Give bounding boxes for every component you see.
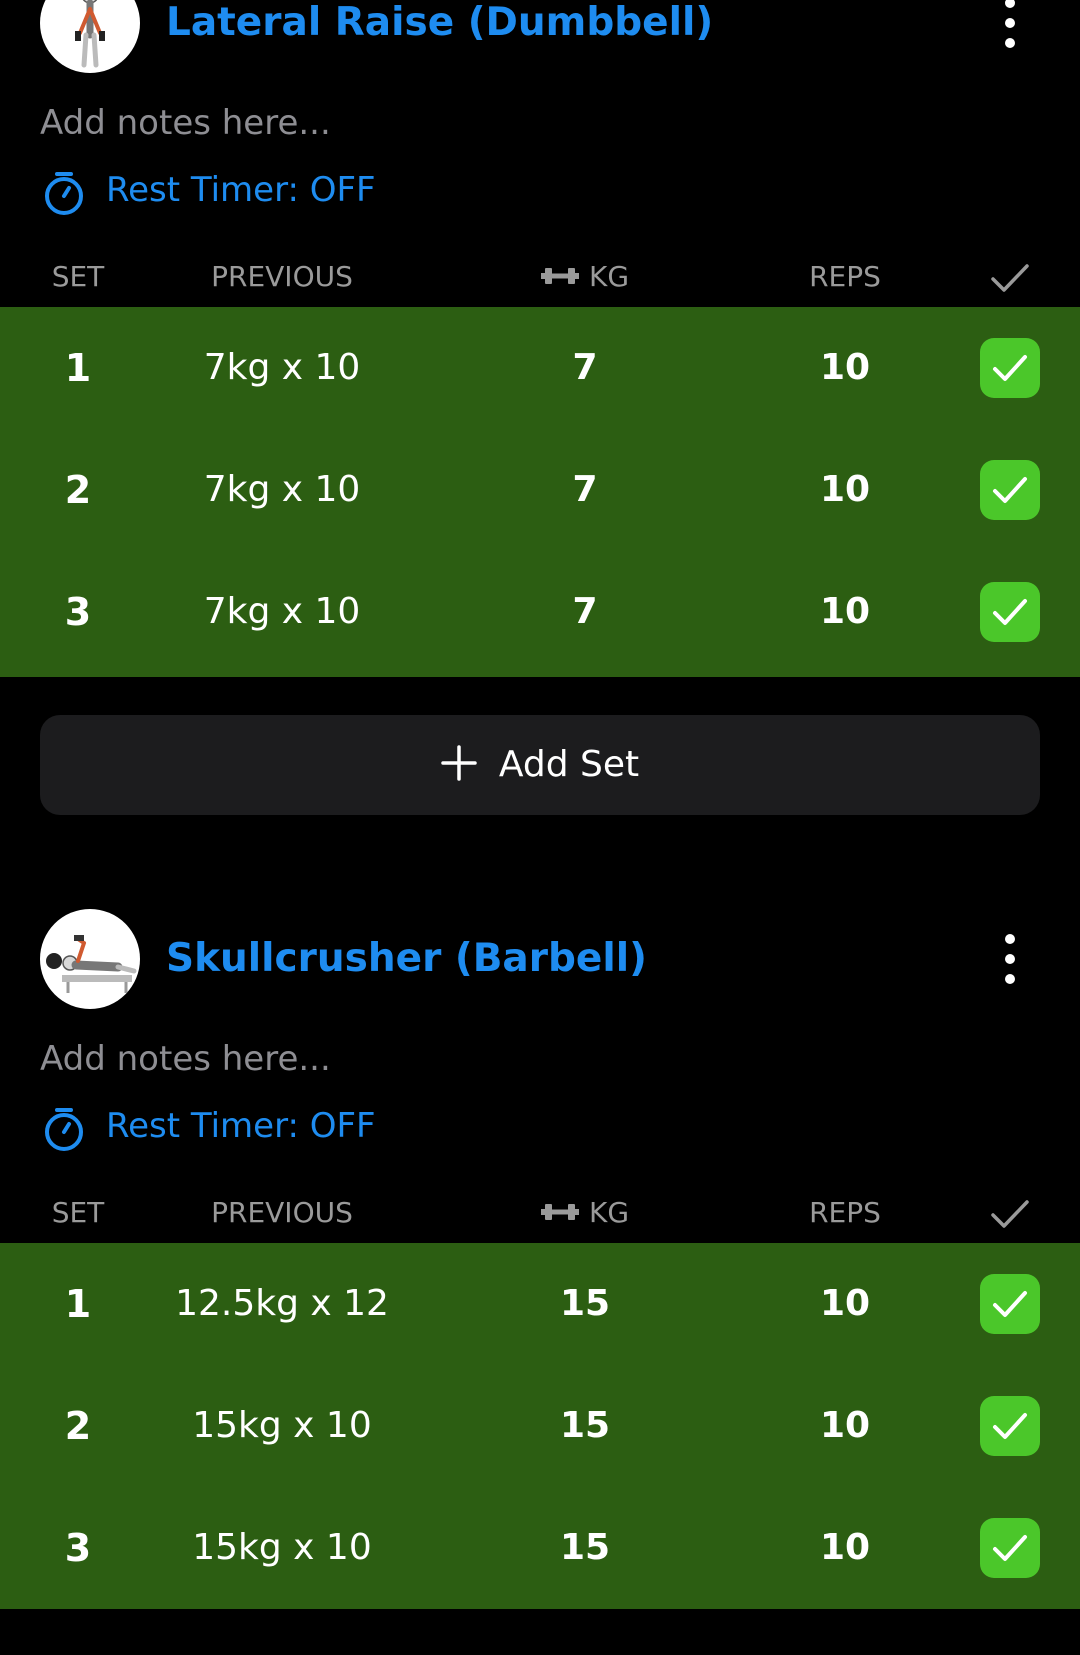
dumbbell-icon (540, 1204, 579, 1220)
column-header-set: SET (51, 260, 105, 293)
set-complete-toggle[interactable] (980, 429, 1040, 551)
set-number[interactable]: 2 (38, 429, 118, 551)
rest-timer-label: Rest Timer: OFF (106, 170, 376, 210)
set-previous[interactable]: 7kg x 10 (162, 429, 402, 551)
rest-timer-label: Rest Timer: OFF (106, 1106, 376, 1146)
set-number[interactable]: 3 (38, 551, 118, 673)
stopwatch-icon (45, 172, 83, 215)
column-header-reps: REPS (809, 1196, 881, 1229)
set-kg-input[interactable]: 7 (510, 551, 660, 673)
set-previous[interactable]: 7kg x 10 (162, 551, 402, 673)
column-header-kg-label: KG (588, 1196, 630, 1229)
exercise-card-skullcrusher: Skullcrusher (Barbell) Add notes here...… (0, 909, 1080, 1655)
set-reps-input[interactable]: 10 (780, 429, 910, 551)
set-row: 2 7kg x 10 7 10 (0, 429, 1080, 551)
exercise-header: Skullcrusher (Barbell) (0, 909, 1080, 1009)
exercise-thumbnail[interactable] (40, 909, 140, 1009)
set-number[interactable]: 3 (38, 1487, 118, 1609)
column-header-set: SET (51, 1196, 105, 1229)
exercise-title[interactable]: Skullcrusher (Barbell) (166, 931, 647, 987)
plus-icon (441, 745, 477, 781)
set-kg-input[interactable]: 15 (510, 1243, 660, 1365)
set-row: 2 15kg x 10 15 10 (0, 1365, 1080, 1487)
notes-input[interactable]: Add notes here... (40, 99, 331, 147)
set-reps-input[interactable]: 10 (780, 1365, 910, 1487)
checkmark-icon (991, 264, 1029, 292)
exercise-card-lateral-raise: Lateral Raise (Dumbbell) Add notes here.… (0, 0, 1080, 853)
set-complete-toggle[interactable] (980, 551, 1040, 673)
checkbox-checked[interactable] (980, 338, 1040, 398)
set-complete-toggle[interactable] (980, 1243, 1040, 1365)
checkbox-checked[interactable] (980, 460, 1040, 520)
column-header-kg: KG (510, 1185, 660, 1241)
column-header-kg-label: KG (588, 260, 630, 293)
set-number[interactable]: 2 (38, 1365, 118, 1487)
set-reps-input[interactable]: 10 (780, 1243, 910, 1365)
sets-table-body: 1 7kg x 10 7 10 2 7kg x 10 7 10 3 7kg x … (0, 307, 1080, 677)
checkbox-checked[interactable] (980, 1396, 1040, 1456)
set-row: 1 12.5kg x 12 15 10 (0, 1243, 1080, 1365)
sets-table-header: SET PREVIOUS KG REPS (0, 249, 1080, 305)
checkmark-icon (993, 1413, 1027, 1439)
stopwatch-icon (45, 1108, 83, 1151)
dumbbell-icon (540, 268, 579, 284)
set-kg-input[interactable]: 7 (510, 429, 660, 551)
checkmark-icon (993, 599, 1027, 625)
checkmark-icon (993, 477, 1027, 503)
set-reps-input[interactable]: 10 (780, 307, 910, 429)
set-complete-toggle[interactable] (980, 1365, 1040, 1487)
column-header-previous: PREVIOUS (211, 260, 353, 293)
set-reps-input[interactable]: 10 (780, 551, 910, 673)
checkbox-checked[interactable] (980, 1274, 1040, 1334)
more-options-button[interactable] (980, 0, 1040, 51)
set-number[interactable]: 1 (38, 307, 118, 429)
checkmark-icon (993, 1535, 1027, 1561)
notes-input[interactable]: Add notes here... (40, 1035, 331, 1083)
checkmark-icon (991, 1200, 1029, 1228)
exercise-title[interactable]: Lateral Raise (Dumbbell) (166, 0, 713, 51)
add-set-button[interactable]: Add Set (40, 715, 1040, 815)
more-options-button[interactable] (980, 931, 1040, 987)
exercise-thumbnail[interactable] (40, 0, 140, 73)
set-complete-toggle[interactable] (980, 307, 1040, 429)
checkbox-checked[interactable] (980, 1518, 1040, 1578)
column-header-kg: KG (510, 249, 660, 305)
more-vertical-icon (1005, 934, 1015, 984)
set-previous[interactable]: 15kg x 10 (162, 1487, 402, 1609)
more-vertical-icon (1005, 0, 1015, 48)
sets-table-body: 1 12.5kg x 12 15 10 2 15kg x 10 15 10 3 … (0, 1243, 1080, 1609)
set-previous[interactable]: 12.5kg x 12 (162, 1243, 402, 1365)
set-previous[interactable]: 7kg x 10 (162, 307, 402, 429)
checkmark-icon (993, 1291, 1027, 1317)
column-header-reps: REPS (809, 260, 881, 293)
set-kg-input[interactable]: 15 (510, 1365, 660, 1487)
checkmark-icon (993, 355, 1027, 381)
set-previous[interactable]: 15kg x 10 (162, 1365, 402, 1487)
add-set-label: Add Set (498, 744, 640, 785)
set-row: 3 7kg x 10 7 10 (0, 551, 1080, 673)
sets-table-header: SET PREVIOUS KG REPS (0, 1185, 1080, 1241)
checkbox-checked[interactable] (980, 582, 1040, 642)
exercise-header: Lateral Raise (Dumbbell) (0, 0, 1080, 73)
column-header-previous: PREVIOUS (211, 1196, 353, 1229)
set-row: 3 15kg x 10 15 10 (0, 1487, 1080, 1609)
set-kg-input[interactable]: 7 (510, 307, 660, 429)
set-number[interactable]: 1 (38, 1243, 118, 1365)
column-header-complete (980, 249, 1040, 305)
set-complete-toggle[interactable] (980, 1487, 1040, 1609)
column-header-complete (980, 1185, 1040, 1241)
set-row: 1 7kg x 10 7 10 (0, 307, 1080, 429)
set-reps-input[interactable]: 10 (780, 1487, 910, 1609)
set-kg-input[interactable]: 15 (510, 1487, 660, 1609)
